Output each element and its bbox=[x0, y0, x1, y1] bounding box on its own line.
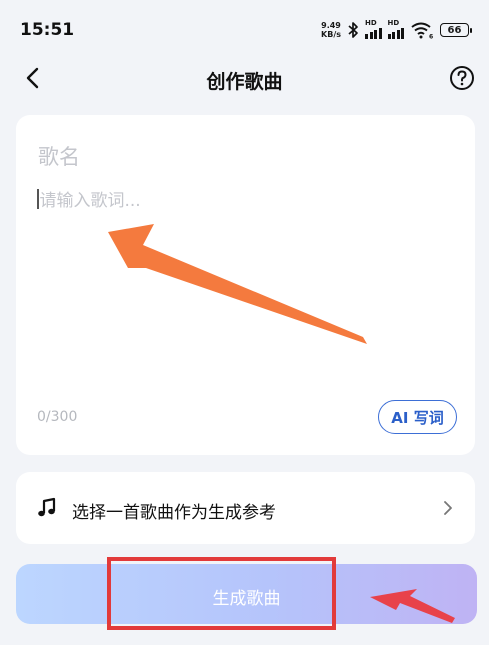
top-nav: 创作歌曲 bbox=[0, 58, 489, 98]
status-time: 15:51 bbox=[20, 20, 75, 40]
bluetooth-icon bbox=[348, 22, 358, 38]
network-speed-unit: KB/s bbox=[321, 30, 341, 39]
signal-sim1-icon: HD bbox=[365, 19, 382, 39]
annotation-highlight-box bbox=[107, 557, 336, 630]
reference-song-label: 选择一首歌曲作为生成参考 bbox=[72, 503, 276, 523]
reference-song-selector[interactable]: 选择一首歌曲作为生成参考 bbox=[16, 472, 475, 544]
page-title: 创作歌曲 bbox=[206, 71, 283, 93]
battery-icon: 66 bbox=[440, 23, 472, 37]
signal-sim2-icon: HD bbox=[387, 19, 404, 39]
sim1-hd-label: HD bbox=[365, 19, 377, 27]
network-speed-value: 9.49 bbox=[321, 21, 341, 30]
status-bar: 15:51 9.49 KB/s HD HD 6 66 bbox=[0, 0, 489, 58]
lyrics-editor-card: 歌名 请输入歌词... 0/300 AI 写词 bbox=[16, 115, 475, 455]
question-circle-icon[interactable] bbox=[449, 65, 475, 91]
lyrics-placeholder: 请输入歌词... bbox=[39, 191, 141, 211]
song-name-input[interactable]: 歌名 bbox=[38, 141, 80, 171]
ai-write-lyrics-label: AI 写词 bbox=[391, 408, 444, 427]
text-cursor bbox=[37, 188, 39, 209]
sim2-hd-label: HD bbox=[387, 19, 400, 27]
lyrics-input[interactable]: 请输入歌词... bbox=[37, 186, 141, 211]
network-speed: 9.49 KB/s bbox=[321, 21, 341, 39]
music-note-icon bbox=[38, 497, 56, 517]
ai-write-lyrics-button[interactable]: AI 写词 bbox=[378, 400, 457, 434]
status-icons: 9.49 KB/s HD HD 6 66 bbox=[321, 19, 472, 41]
chevron-right-icon bbox=[444, 501, 452, 515]
battery-level: 66 bbox=[447, 24, 462, 36]
wifi-icon: 6 bbox=[411, 22, 433, 40]
wifi-label: 6 bbox=[429, 34, 433, 40]
character-counter: 0/300 bbox=[37, 409, 78, 425]
